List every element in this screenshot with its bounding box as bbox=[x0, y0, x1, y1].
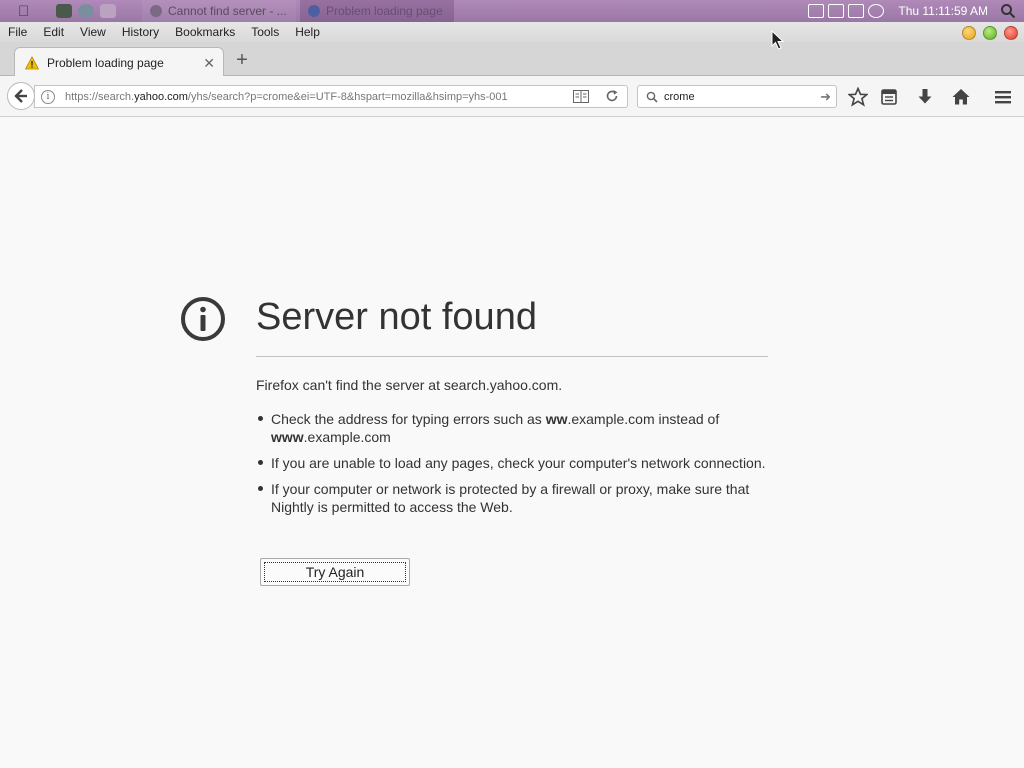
taskbar-item-label: Cannot find server - ... bbox=[168, 4, 287, 18]
launchers bbox=[56, 4, 116, 18]
tip1-text-a: Check the address for typing errors such… bbox=[271, 411, 546, 427]
reader-view-icon[interactable] bbox=[573, 90, 589, 103]
reload-icon[interactable] bbox=[605, 89, 619, 103]
menu-history[interactable]: History bbox=[122, 25, 159, 39]
list-item: If your computer or network is protected… bbox=[256, 480, 768, 516]
window-controls bbox=[962, 26, 1018, 40]
list-item: Check the address for typing errors such… bbox=[256, 410, 768, 446]
search-go-icon[interactable]: ➜ bbox=[820, 89, 831, 105]
taskbar-item-label: Problem loading page bbox=[326, 4, 443, 18]
url-host: yahoo.com bbox=[134, 90, 188, 103]
search-icon[interactable] bbox=[1000, 3, 1016, 19]
menu-bar: File Edit View History Bookmarks Tools H… bbox=[0, 22, 1024, 42]
mouse-cursor-icon bbox=[771, 30, 785, 50]
warning-icon bbox=[25, 55, 39, 69]
app-launcher-icon[interactable] bbox=[100, 4, 116, 18]
list-item: If you are unable to load any pages, che… bbox=[256, 454, 768, 472]
menu-edit[interactable]: Edit bbox=[43, 25, 64, 39]
menu-tools[interactable]: Tools bbox=[251, 25, 279, 39]
url-text[interactable]: https://search.yahoo.com/yhs/search?p=cr… bbox=[65, 91, 508, 103]
tip1-text-e: .example.com bbox=[303, 429, 391, 445]
tab-close-icon[interactable]: ✕ bbox=[203, 55, 215, 72]
try-again-button[interactable]: Try Again bbox=[260, 558, 410, 586]
menu-view[interactable]: View bbox=[80, 25, 106, 39]
maximize-button[interactable] bbox=[983, 26, 997, 40]
apple-menu-icon[interactable]:  bbox=[18, 3, 40, 20]
focus-ring bbox=[264, 562, 406, 582]
tray-user-icon[interactable] bbox=[868, 4, 885, 18]
back-button[interactable] bbox=[7, 82, 35, 110]
title-divider bbox=[256, 356, 768, 357]
tip1-text-d: www bbox=[271, 429, 304, 445]
menu-bookmarks[interactable]: Bookmarks bbox=[175, 25, 235, 39]
new-tab-button[interactable]: + bbox=[232, 50, 252, 70]
taskbar-item-problem-loading[interactable]: Problem loading page bbox=[300, 0, 454, 22]
system-tray: Thu 11:11:59 AM bbox=[808, 0, 1024, 22]
close-button[interactable] bbox=[1004, 26, 1018, 40]
error-message: Firefox can't find the server at search.… bbox=[256, 377, 563, 393]
home-icon[interactable] bbox=[951, 87, 971, 107]
hamburger-menu-icon[interactable] bbox=[993, 87, 1013, 107]
url-bar[interactable]: i https://search.yahoo.com/yhs/search?p=… bbox=[34, 85, 628, 108]
search-input[interactable]: crome bbox=[664, 91, 695, 103]
terminal-launcher-icon[interactable] bbox=[56, 4, 72, 18]
firefox-icon bbox=[308, 5, 320, 17]
tab-problem-loading-page[interactable]: Problem loading page ✕ bbox=[14, 47, 224, 77]
tab-label: Problem loading page bbox=[47, 55, 164, 70]
tray-window-icon[interactable] bbox=[808, 4, 825, 18]
url-suffix: /yhs/search?p=crome&ei=UTF-8&hspart=mozi… bbox=[187, 90, 508, 103]
menu-help[interactable]: Help bbox=[295, 25, 320, 39]
tray-network-icon[interactable] bbox=[828, 4, 845, 18]
page-title: Server not found bbox=[256, 296, 537, 338]
search-icon bbox=[646, 91, 658, 103]
browser-launcher-icon[interactable] bbox=[78, 4, 94, 18]
tray-volume-icon[interactable] bbox=[848, 4, 865, 18]
bookmark-star-icon[interactable] bbox=[848, 87, 868, 107]
site-info-icon[interactable]: i bbox=[41, 89, 55, 104]
clock[interactable]: Thu 11:11:59 AM bbox=[898, 4, 988, 18]
back-arrow-icon bbox=[14, 89, 27, 103]
tip1-text-b: ww bbox=[545, 411, 568, 427]
info-icon bbox=[181, 297, 225, 341]
search-bar[interactable]: crome ➜ bbox=[637, 85, 837, 108]
system-panel:  Cannot find server - ... Problem loadi… bbox=[0, 0, 1024, 22]
navigation-bar: i https://search.yahoo.com/yhs/search?p=… bbox=[0, 76, 1024, 117]
url-prefix: https://search. bbox=[65, 90, 135, 103]
downloads-icon[interactable] bbox=[915, 87, 935, 107]
taskbar-item-cannot-find-server[interactable]: Cannot find server - ... bbox=[142, 0, 296, 22]
bookmarks-menu-icon[interactable] bbox=[879, 87, 899, 107]
tip1-text-c: .example.com instead of bbox=[567, 411, 720, 427]
minimize-button[interactable] bbox=[962, 26, 976, 40]
suggestion-list: Check the address for typing errors such… bbox=[256, 410, 768, 524]
tab-strip: Problem loading page ✕ + bbox=[0, 42, 1024, 77]
globe-icon bbox=[150, 5, 162, 17]
menu-file[interactable]: File bbox=[8, 25, 27, 39]
